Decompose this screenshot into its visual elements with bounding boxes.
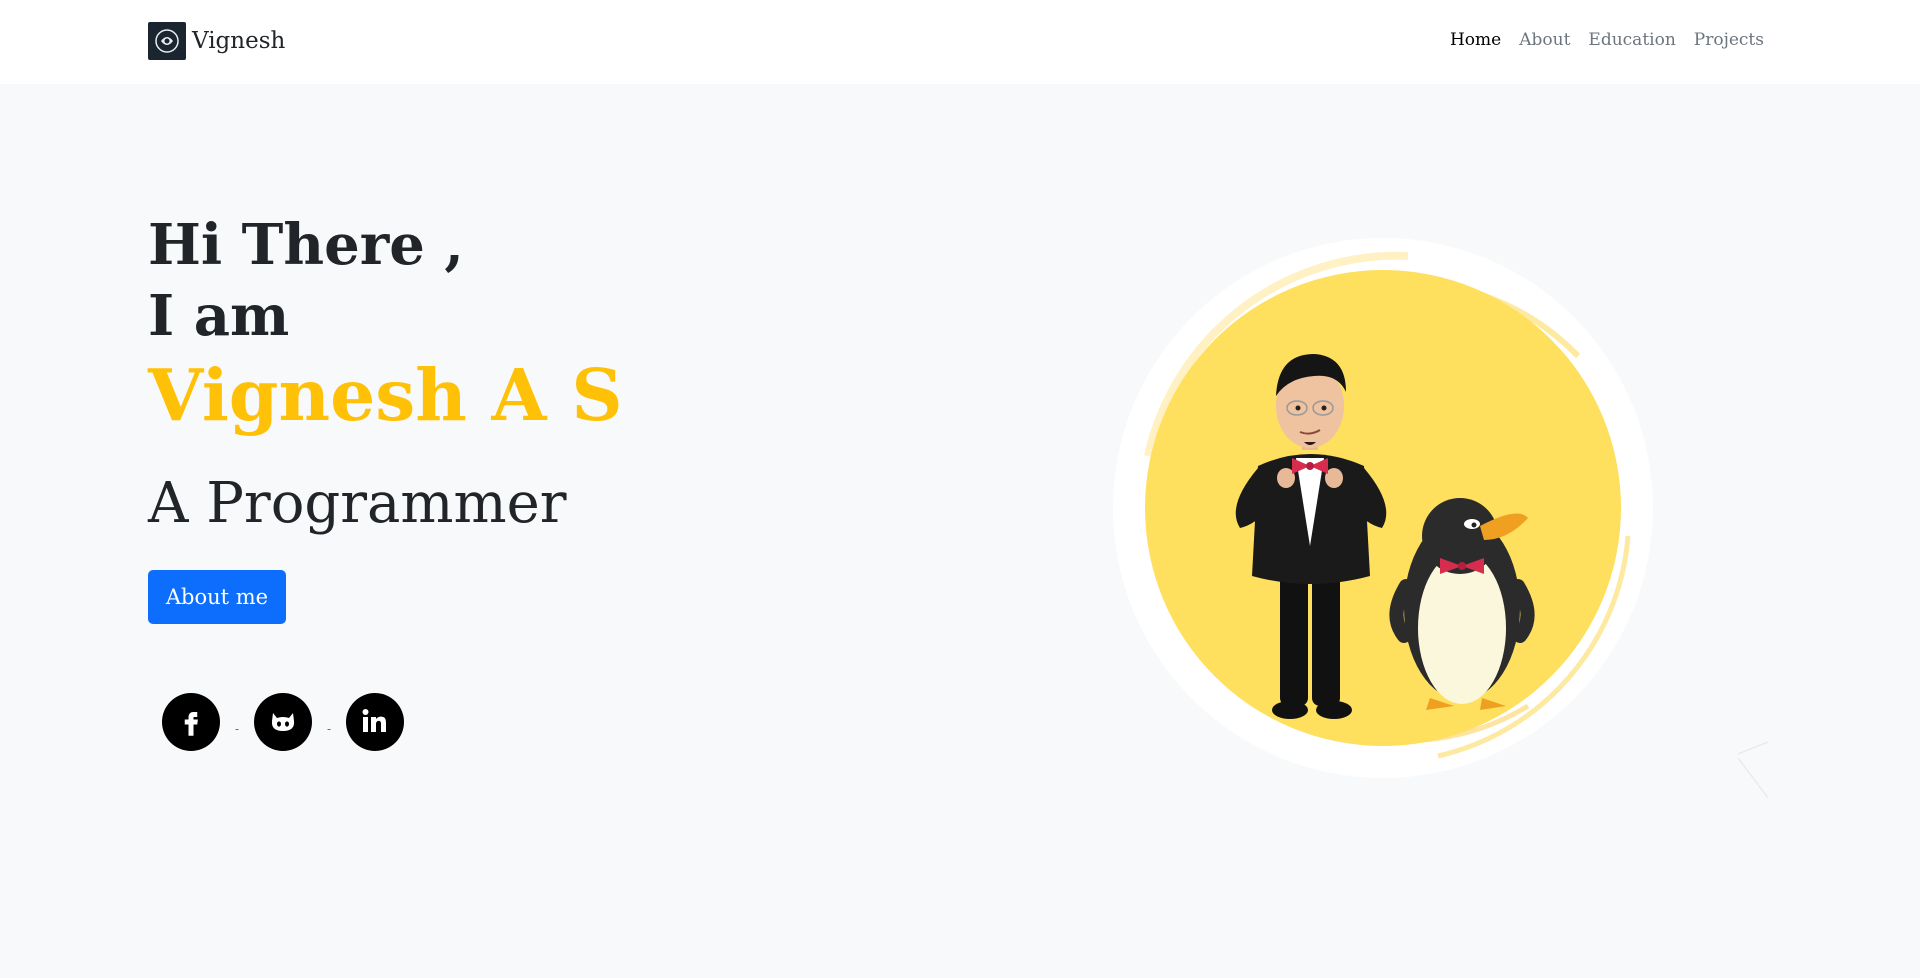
brand-name: Vignesh [192,28,286,54]
github-icon [271,713,295,731]
nav-menu: Home About Education Projects [1450,30,1764,50]
about-me-button[interactable]: About me [148,570,286,624]
nav-item-about[interactable]: About [1519,30,1570,50]
avatar-illustration [1108,236,1658,780]
facebook-link[interactable] [162,693,220,751]
linkedin-icon [362,709,386,732]
linkedin-link[interactable] [346,693,404,751]
brand-link[interactable]: Vignesh [148,22,285,60]
greeting-line-1: Hi There , [148,212,464,278]
hero-name: Vignesh A S [148,353,623,437]
nav-item-education[interactable]: Education [1588,30,1675,50]
nav-item-home[interactable]: Home [1450,30,1501,50]
nav-item-projects[interactable]: Projects [1694,30,1764,50]
github-link[interactable] [254,693,312,751]
separator: - [326,722,332,736]
greeting-line-2: I am [148,283,290,349]
separator: - [234,722,240,736]
brain-emblem-icon [148,22,186,60]
facebook-icon [184,712,198,736]
navbar: Vignesh Home About Education Projects [0,0,1920,84]
hero-role: A Programmer [148,471,567,536]
social-links: - - [162,686,404,758]
hero-section: Hi There , I am Vignesh A S A Programmer… [148,210,623,624]
decorative-strokes [1730,740,1770,804]
